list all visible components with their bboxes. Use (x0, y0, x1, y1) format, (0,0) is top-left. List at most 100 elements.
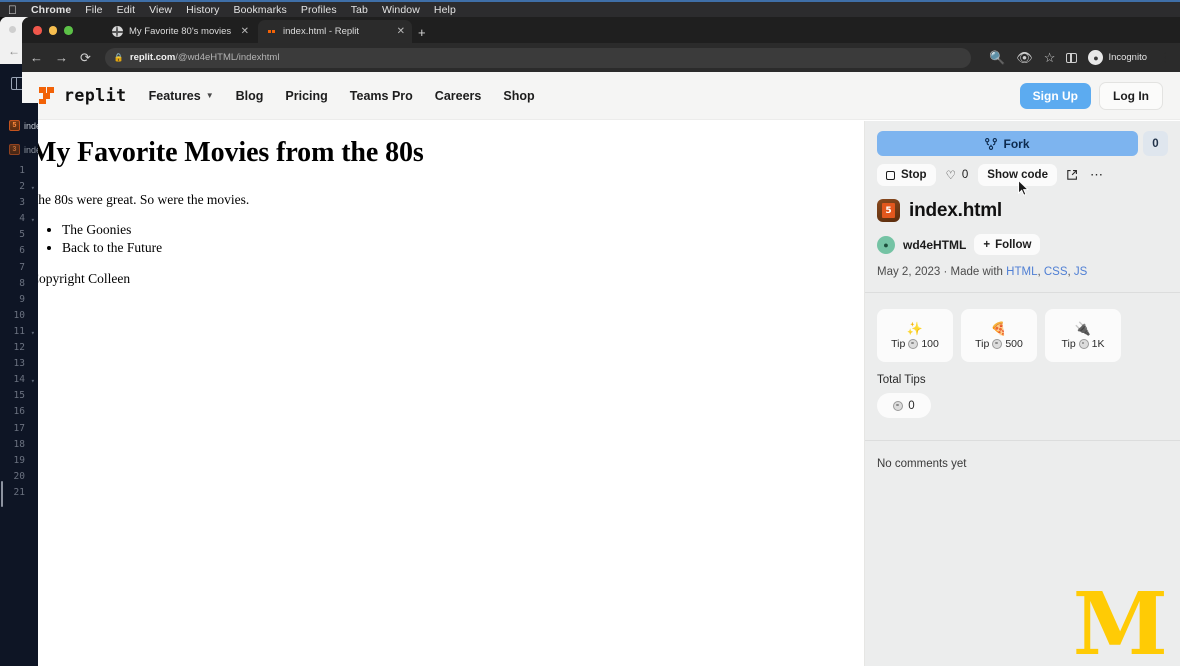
tip-card[interactable]: 🔌 Tip 1K (1045, 309, 1121, 362)
window-traffic-lights[interactable] (33, 26, 73, 35)
replit-logo[interactable]: replit (39, 86, 127, 105)
nav-link-features[interactable]: Features ▼ (149, 89, 214, 103)
total-tips-value: 0 (877, 393, 931, 418)
plug-icon: 🔌 (1074, 320, 1092, 336)
menu-item-bookmarks[interactable]: Bookmarks (233, 4, 286, 16)
close-tab-icon[interactable]: ✕ (241, 26, 249, 37)
editor-line-number: 9 (19, 293, 25, 305)
editor-line-number: 21 (13, 486, 25, 498)
menu-item-chrome[interactable]: Chrome (31, 4, 71, 16)
tip-card[interactable]: ✨ Tip 100 (877, 309, 953, 362)
nav-link-teams-pro[interactable]: Teams Pro (350, 89, 413, 103)
address-bar[interactable]: 🔒 replit.com/@wd4eHTML/indexhtml (104, 47, 972, 68)
menu-item-history[interactable]: History (186, 4, 219, 16)
tracking-protection-icon[interactable]: 👁 (1016, 51, 1033, 64)
follow-label: Follow (995, 238, 1032, 251)
no-comments-message: No comments yet (877, 458, 967, 470)
replit-wordmark: replit (64, 86, 127, 105)
page-viewport: replit Features ▼ Blog Pricing Teams Pro… (22, 72, 1180, 666)
editor-file-index-html[interactable]: 5 index.html (9, 120, 38, 131)
tech-link-html[interactable]: HTML (1006, 266, 1037, 278)
nav-link-shop[interactable]: Shop (503, 89, 534, 103)
new-tab-button[interactable]: + (418, 26, 426, 39)
copyright-text: Copyright Colleen (30, 270, 131, 286)
editor-line-number: 2 ▾ (0, 179, 35, 195)
maximize-window-button[interactable] (64, 26, 73, 35)
follow-button[interactable]: + Follow (974, 234, 1041, 255)
author-name[interactable]: wd4eHTML (903, 238, 966, 252)
nav-link-blog[interactable]: Blog (236, 89, 264, 103)
tech-link-css[interactable]: CSS (1044, 266, 1068, 278)
code-fold-icon[interactable]: ▾ (31, 373, 35, 389)
nav-link-pricing[interactable]: Pricing (285, 89, 327, 103)
menu-item-profiles[interactable]: Profiles (301, 4, 337, 16)
made-with-label: Made with (950, 266, 1003, 278)
file-title-row: 5 index.html (877, 199, 1168, 222)
ellipsis-icon[interactable]: ⋯ (1087, 167, 1107, 183)
total-tips-number: 0 (908, 399, 915, 412)
editor-scrollbar[interactable] (1, 481, 3, 507)
stop-button[interactable]: Stop (877, 164, 936, 186)
side-panel-icon[interactable] (1066, 52, 1078, 63)
log-in-button[interactable]: Log In (1099, 81, 1163, 110)
html5-glyph: 5 (882, 203, 895, 218)
code-fold-icon[interactable]: ▾ (31, 212, 35, 228)
tip-card[interactable]: 🍕 Tip 500 (961, 309, 1037, 362)
editor-line-number: 7 (19, 261, 25, 273)
editor-line-number: 18 (13, 438, 25, 450)
apple-icon[interactable]:  (8, 4, 17, 16)
replit-editor-strip[interactable]: 5 index.html 3 index.css 12▾34▾567891011… (0, 103, 38, 666)
forward-arrow-icon[interactable]: → (55, 51, 68, 64)
code-fold-icon[interactable]: ▾ (31, 180, 35, 196)
editor-line-number: 15 (13, 390, 25, 402)
editor-line-number: 20 (13, 470, 25, 482)
zoom-icon[interactable]: 🔍 (989, 51, 1005, 64)
editor-file-index-css[interactable]: 3 index.css (9, 144, 38, 155)
menu-item-tab[interactable]: Tab (351, 4, 368, 16)
minimize-window-button[interactable] (48, 26, 57, 35)
external-link-icon[interactable] (1063, 169, 1081, 181)
browser-tab-movies[interactable]: My Favorite 80's movies ✕ (104, 20, 256, 43)
browser-tab-replit[interactable]: index.html - Replit ✕ (258, 20, 412, 43)
fork-label: Fork (1003, 136, 1030, 151)
fork-count: 0 (1143, 131, 1168, 156)
menu-item-file[interactable]: File (85, 4, 102, 16)
code-fold-icon[interactable]: ▾ (31, 325, 35, 341)
editor-line-number: 16 (13, 406, 25, 418)
user-avatar-icon[interactable]: ● (877, 235, 895, 254)
globe-icon (111, 26, 123, 38)
movie-list-item: The Goonies (62, 221, 864, 239)
like-button[interactable]: ♡ 0 (942, 164, 973, 186)
close-tab-icon[interactable]: ✕ (397, 26, 405, 37)
meta-separator: · (943, 266, 951, 278)
meta-line: May 2, 2023 · Made with HTML, CSS, JS (877, 266, 1168, 278)
replit-nav-links: Features ▼ Blog Pricing Teams Pro Career… (149, 89, 535, 103)
bookmark-star-icon[interactable]: ☆ (1044, 51, 1056, 64)
tip-amount: 100 (921, 337, 939, 350)
fork-button[interactable]: Fork (877, 131, 1138, 156)
editor-line-number: 4 ▾ (0, 211, 35, 227)
reload-icon[interactable]: ⟳ (80, 51, 91, 64)
comments-divider (865, 440, 1180, 441)
menu-item-view[interactable]: View (149, 4, 172, 16)
menu-item-edit[interactable]: Edit (117, 4, 136, 16)
kebab-menu-icon[interactable]: ⋯ (1157, 51, 1173, 65)
sign-up-button[interactable]: Sign Up (1019, 82, 1091, 109)
editor-line-number: 5 (19, 229, 25, 241)
nav-link-careers[interactable]: Careers (435, 89, 482, 103)
close-window-button[interactable] (33, 26, 42, 35)
menu-item-window[interactable]: Window (382, 4, 420, 16)
plus-icon: + (983, 238, 991, 251)
mouse-cursor (1018, 180, 1029, 196)
incognito-indicator[interactable]: ● Incognito (1088, 50, 1147, 65)
fork-icon (985, 137, 998, 150)
back-arrow-icon[interactable]: ← (30, 51, 43, 64)
editor-line-number: 14 ▾ (0, 372, 35, 388)
nav-link-label: Features (148, 88, 201, 103)
html5-file-icon: 5 (9, 120, 20, 131)
menu-item-help[interactable]: Help (434, 4, 456, 16)
like-count: 0 (961, 169, 969, 181)
editor-line-number: 6 (19, 245, 25, 257)
tech-link-js[interactable]: JS (1074, 266, 1087, 278)
html5-icon: 5 (877, 199, 900, 222)
